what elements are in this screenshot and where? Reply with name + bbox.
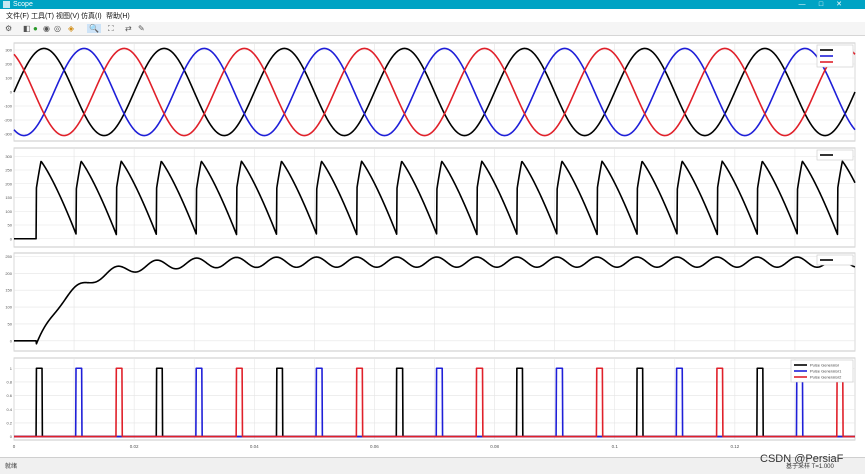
restore-icon[interactable]: ◧ [23,24,31,33]
y-tick-label: 200 [5,181,12,186]
maximize-button[interactable]: □ [812,0,830,9]
y-tick-label: 0 [10,90,13,95]
legend-label: Pulse Generator2 [810,375,842,380]
y-tick-label: 50 [8,223,13,228]
y-tick-label: 0 [10,236,13,241]
y-tick-label: 0.8 [6,379,12,384]
scope-plot-area[interactable]: -300 -200 -100 0 100 200 300 0 50 100 150 200 250 300… [0,36,865,457]
status-ready: 就绪 [5,464,18,470]
y-tick-label: 0.2 [6,420,12,425]
run-icon[interactable]: ● [33,24,38,33]
menu-simulation[interactable]: 仿真(I) [81,11,102,21]
cursor-icon[interactable]: ⇄ [125,24,132,33]
scope-plots[interactable]: -300-200-1000100200300050100150200250300… [0,36,865,457]
measure-icon[interactable]: ✎ [138,24,145,33]
y-tick-label: 150 [5,195,12,200]
menu-view[interactable]: 视图(V) [56,11,79,21]
x-tick-label: 0.02 [130,444,139,449]
stop-icon[interactable]: ◎ [54,24,61,33]
y-tick-label: 0 [10,434,13,439]
y-tick-label: 0.6 [6,393,12,398]
y-tick-label: -300 [4,132,13,137]
x-tick-label: 0.04 [250,444,259,449]
title-bar: Scope — □ ✕ [0,0,865,9]
y-tick-label: 100 [5,76,12,81]
legend-label: Pulse Generator1 [810,369,842,374]
close-button[interactable]: ✕ [830,0,848,9]
menu-tools[interactable]: 工具(T) [31,11,54,21]
y-tick-label: -200 [4,118,13,123]
y-tick-label: 150 [5,288,12,293]
x-tick-label: 0 [13,444,16,449]
y-tick-label: 200 [5,62,12,67]
highlight-icon[interactable]: ◈ [68,24,74,33]
menu-help[interactable]: 帮助(H) [106,11,130,21]
scope-app-icon [3,1,10,8]
x-tick-label: 0.1 [612,444,619,449]
x-tick-label: 0.06 [370,444,379,449]
y-tick-label: 100 [5,305,12,310]
menu-bar: 文件(F) 工具(T) 视图(V) 仿真(I) 帮助(H) [0,9,865,23]
menu-file[interactable]: 文件(F) [6,11,29,21]
y-tick-label: 250 [5,168,12,173]
y-tick-label: 250 [5,254,12,259]
y-tick-label: 1 [10,366,13,371]
y-tick-label: 0 [10,338,13,343]
y-tick-label: 0.4 [6,407,12,412]
y-tick-label: 300 [5,154,12,159]
y-tick-label: 50 [8,321,13,326]
fit-icon[interactable]: ⛶ [108,24,114,33]
minimize-button[interactable]: — [793,0,811,9]
x-tick-label: 0.08 [490,444,499,449]
watermark-text: CSDN @PersiaF [760,453,844,465]
window-title: Scope [13,1,33,8]
step-icon[interactable]: ◉ [43,24,50,33]
legend-label: Pulse Generator [810,363,840,368]
y-tick-label: 200 [5,271,12,276]
toolbar: ⚙ ◧ ● ◉ ◎ ◈ 🔍 ⛶ ⇄ ✎ [0,22,865,36]
x-tick-label: 0.12 [730,444,739,449]
zoom-icon[interactable]: 🔍 [87,24,101,33]
gear-icon[interactable]: ⚙ [5,24,12,33]
y-tick-label: 300 [5,48,12,53]
status-bar: 就绪 基于采样 T=1.000 [0,457,865,474]
y-tick-label: -100 [4,104,13,109]
y-tick-label: 100 [5,209,12,214]
